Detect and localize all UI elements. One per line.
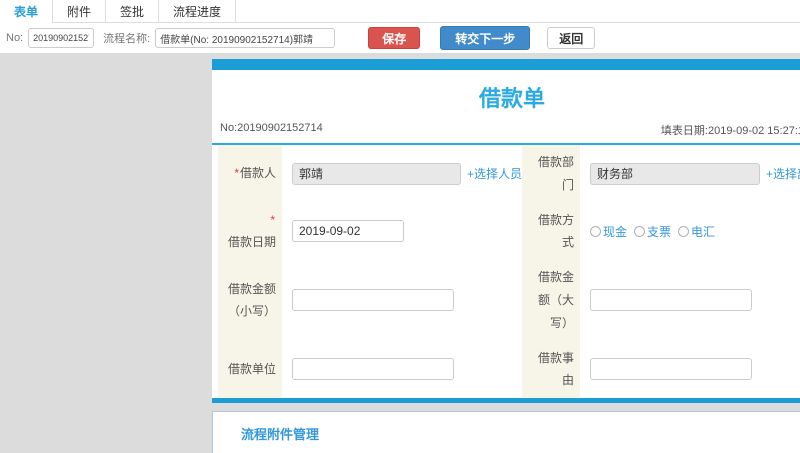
attachments-heading: 流程附件管理 [241, 427, 320, 443]
select-person-link[interactable]: +选择人员 [467, 165, 522, 182]
department-input[interactable] [590, 162, 760, 185]
action-toolbar: No: 流程名称: 保存 转交下一步 返回 [0, 23, 800, 53]
department-label: 借款部门 [522, 145, 580, 203]
save-button[interactable]: 保存 [368, 27, 421, 49]
radio-check[interactable]: 支票 [634, 223, 671, 240]
borrow-date-label: * 借款日期 [218, 202, 282, 261]
card-bottom-accent-bar [212, 398, 800, 404]
select-department-link[interactable]: +选择部门 [766, 165, 800, 182]
borrow-reason-input[interactable] [590, 358, 752, 381]
no-label: No: [6, 32, 24, 44]
no-input[interactable] [28, 28, 95, 48]
borrower-label: * 借款人 [218, 145, 282, 203]
tab-attachments[interactable]: 附件 [52, 0, 107, 22]
borrow-method-radios: 现金 支票 电汇 [590, 223, 715, 240]
process-name-label: 流程名称: [103, 33, 151, 45]
page-background: 借款单 No:20190902152714 填表日期:2019-09-02 15… [0, 53, 800, 453]
tab-approval[interactable]: 签批 [106, 0, 160, 22]
loan-form-card: 借款单 No:20190902152714 填表日期:2019-09-02 15… [212, 59, 800, 404]
borrow-reason-label: 借款事由 [522, 340, 580, 399]
doc-fill-date: 填表日期:2019-09-02 15:27:1 [660, 125, 800, 137]
borrower-input[interactable] [292, 162, 461, 185]
amount-big-label: 借款金额（大写） [522, 260, 580, 341]
radio-cash[interactable]: 现金 [590, 223, 627, 240]
loan-form-grid: * 借款人 +选择人员 借款部门 +选择部门 * [218, 145, 800, 399]
borrow-date-input[interactable] [292, 220, 404, 243]
tab-form[interactable]: 表单 [0, 0, 53, 23]
borrow-unit-input[interactable] [292, 358, 454, 381]
borrow-method-label: 借款方式 [522, 202, 580, 261]
tab-bar: 表单 附件 签批 流程进度 [0, 0, 800, 23]
attachments-card: 流程附件管理 还没有附件! 上传附件 [212, 411, 800, 453]
amount-big-input[interactable] [590, 289, 752, 312]
radio-wire[interactable]: 电汇 [678, 223, 715, 240]
amount-small-input[interactable] [292, 289, 454, 312]
process-name-input[interactable] [155, 28, 336, 48]
card-top-accent-bar [212, 59, 800, 70]
back-button[interactable]: 返回 [547, 27, 596, 49]
main-panel: 借款单 No:20190902152714 填表日期:2019-09-02 15… [212, 59, 800, 453]
radio-circle-icon [678, 225, 690, 237]
radio-circle-icon [590, 225, 601, 237]
tab-process-progress[interactable]: 流程进度 [159, 0, 237, 22]
page-title: 借款单 [478, 86, 545, 111]
amount-small-label: 借款金额（小写） [218, 260, 282, 341]
doc-number: No:20190902152714 [220, 122, 323, 134]
borrow-unit-label: 借款单位 [218, 340, 282, 399]
next-step-button[interactable]: 转交下一步 [440, 26, 531, 50]
radio-circle-icon [634, 225, 646, 237]
